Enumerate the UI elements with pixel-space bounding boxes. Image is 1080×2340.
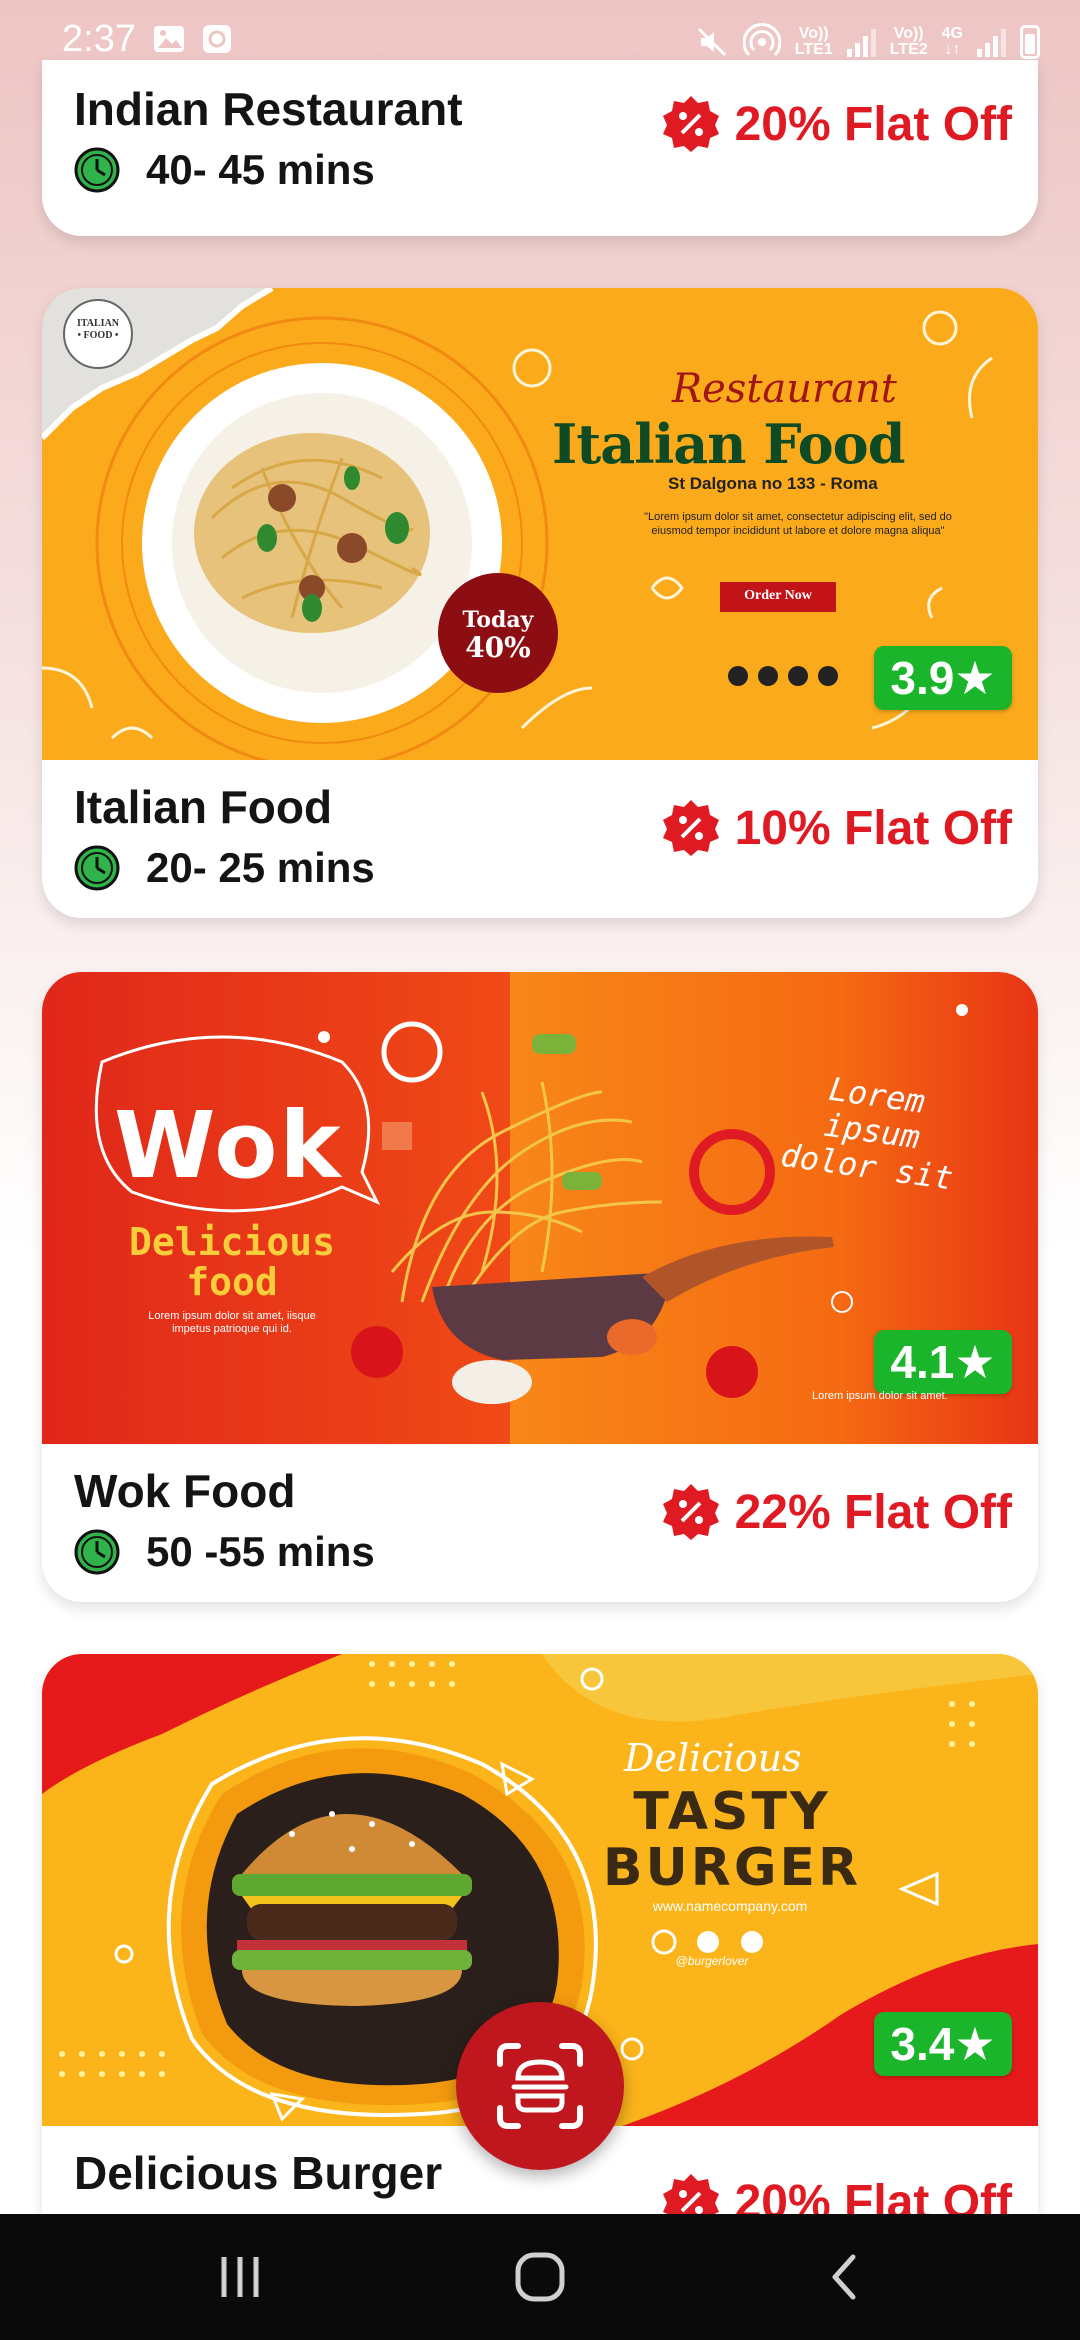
restaurant-name: Wok Food <box>74 1465 296 1517</box>
wok-small2: impetus patrioque qui id. <box>172 1323 292 1335</box>
sim1-bottom: LTE1 <box>794 41 833 58</box>
sim2-label: Vo)) LTE2 <box>890 26 928 58</box>
restaurant-card-italian[interactable]: ITALIAN • FOOD • Restaurant Italian Food… <box>42 288 1038 918</box>
lorem-line1: "Lorem ipsum dolor sit amet, consectetur… <box>644 511 952 523</box>
status-time: 2:37 <box>62 18 136 60</box>
clock-icon <box>74 147 120 193</box>
recent-apps-icon[interactable] <box>210 2247 270 2307</box>
offer-text: 20% Flat Off <box>734 2175 1012 2215</box>
italian-script-title: Restaurant <box>672 366 897 412</box>
delivery-time: 50 -55 mins <box>74 1528 375 1576</box>
offer-text: 10% Flat Off <box>734 801 1012 855</box>
mute-icon <box>697 27 726 57</box>
italian-order-now: Order Now <box>744 588 812 603</box>
wok-sub2: food <box>186 1260 278 1304</box>
burger-site: www.namecompany.com <box>652 1898 808 1914</box>
wok-small1: Lorem ipsum dolor sit amet, iisque <box>148 1310 316 1322</box>
offer: 20% Flat Off <box>661 94 1012 154</box>
burger-handle: @burgerlover <box>675 1954 749 1968</box>
app-notification-icon <box>203 25 231 53</box>
discount-badge-icon <box>662 2174 719 2214</box>
clock-icon <box>74 1529 120 1575</box>
logo-line1: ITALIAN <box>76 318 120 329</box>
wok-subtitle: Delicious food <box>112 1222 352 1302</box>
restaurant-card-wok[interactable]: Wok Delicious food Lorem ipsum dolor sit… <box>42 972 1038 1602</box>
back-icon[interactable] <box>815 2247 875 2307</box>
network-bottom: ↓↑ <box>944 41 961 58</box>
gallery-icon <box>154 26 184 52</box>
hotspot-icon <box>742 23 781 57</box>
logo-line2: • FOOD • <box>77 330 119 341</box>
network-type: 4G ↓↑ <box>942 26 963 58</box>
offer: 10% Flat Off <box>661 798 1012 858</box>
network-top: 4G <box>941 25 963 42</box>
card-info: Wok Food 50 -55 mins 22% Flat Off <box>42 1444 1038 1594</box>
delivery-time-text: 50 -55 mins <box>146 1528 375 1575</box>
scan-burger-icon <box>497 2043 583 2129</box>
rating-badge: 3.4★ <box>874 2012 1012 2076</box>
sim1-label: Vo)) LTE1 <box>795 26 833 58</box>
promo-line1: Today <box>462 607 534 633</box>
promo-line2: 40% <box>465 631 531 664</box>
signal-icon <box>846 27 876 57</box>
restaurant-name: Italian Food <box>74 781 333 833</box>
italian-banner-title: Italian Food <box>552 412 905 476</box>
rating-badge: 4.1★ <box>874 1330 1012 1394</box>
italian-logo-text: ITALIAN • FOOD • <box>64 318 132 342</box>
discount-badge-icon <box>662 1484 719 1540</box>
delivery-time: 40- 45 mins <box>74 146 375 194</box>
offer: 20% Flat Off <box>661 2172 1012 2214</box>
delivery-time: 20- 25 mins <box>74 844 375 892</box>
clock-icon <box>74 845 120 891</box>
delivery-time-text: 40- 45 mins <box>146 146 375 193</box>
burger-script: Delicious <box>624 1736 802 1780</box>
wok-bottom-text: Lorem ipsum dolor sit amet. <box>812 1390 948 1402</box>
italian-banner-image: ITALIAN • FOOD • Restaurant Italian Food… <box>42 288 1038 760</box>
wok-sub1: Delicious <box>129 1220 335 1264</box>
restaurant-name: Indian Restaurant <box>74 83 463 135</box>
discount-badge-icon <box>662 800 719 856</box>
card-info: Italian Food 20- 25 mins 10% Flat Off <box>42 760 1038 910</box>
wok-banner-image: Wok Delicious food Lorem ipsum dolor sit… <box>42 972 1038 1444</box>
signal-icon <box>977 27 1006 57</box>
rating-badge: 3.9★ <box>874 646 1012 710</box>
sim2-top: Vo)) <box>893 25 924 42</box>
card-info: Indian Restaurant 40- 45 mins 20% Flat O… <box>42 80 1038 230</box>
sim2-bottom: LTE2 <box>889 41 928 58</box>
battery-icon <box>1020 25 1040 59</box>
system-navigation-bar <box>0 2214 1080 2340</box>
italian-promo: Today 40% <box>438 606 558 662</box>
italian-address: St Dalgona no 133 - Roma <box>668 474 878 493</box>
restaurant-card-indian[interactable]: Indian Restaurant 40- 45 mins 20% Flat O… <box>42 60 1038 236</box>
offer-text: 20% Flat Off <box>734 97 1012 151</box>
wok-title: Wok <box>114 1092 343 1199</box>
discount-badge-icon <box>662 96 719 152</box>
restaurant-name: Delicious Burger <box>74 2147 443 2199</box>
wok-small-text: Lorem ipsum dolor sit amet, iisque impet… <box>112 1310 352 1336</box>
offer-text: 22% Flat Off <box>734 1485 1012 1539</box>
offer: 22% Flat Off <box>661 1482 1012 1542</box>
delivery-time-text: 20- 25 mins <box>146 844 375 891</box>
scan-fab-button[interactable] <box>456 2002 624 2170</box>
lorem-line2: eiusmod tempor incididunt ut labore et d… <box>651 525 945 537</box>
burger-title: TASTY BURGER <box>572 1784 892 1896</box>
burger-title1: TASTY <box>633 1782 831 1842</box>
sim1-top: Vo)) <box>798 25 829 42</box>
status-icons: Vo)) LTE1 Vo)) LTE2 4G ↓↑ <box>695 20 1040 64</box>
italian-lorem: "Lorem ipsum dolor sit amet, consectetur… <box>588 510 1008 538</box>
home-icon[interactable] <box>510 2247 570 2307</box>
burger-title2: BURGER <box>602 1838 862 1898</box>
